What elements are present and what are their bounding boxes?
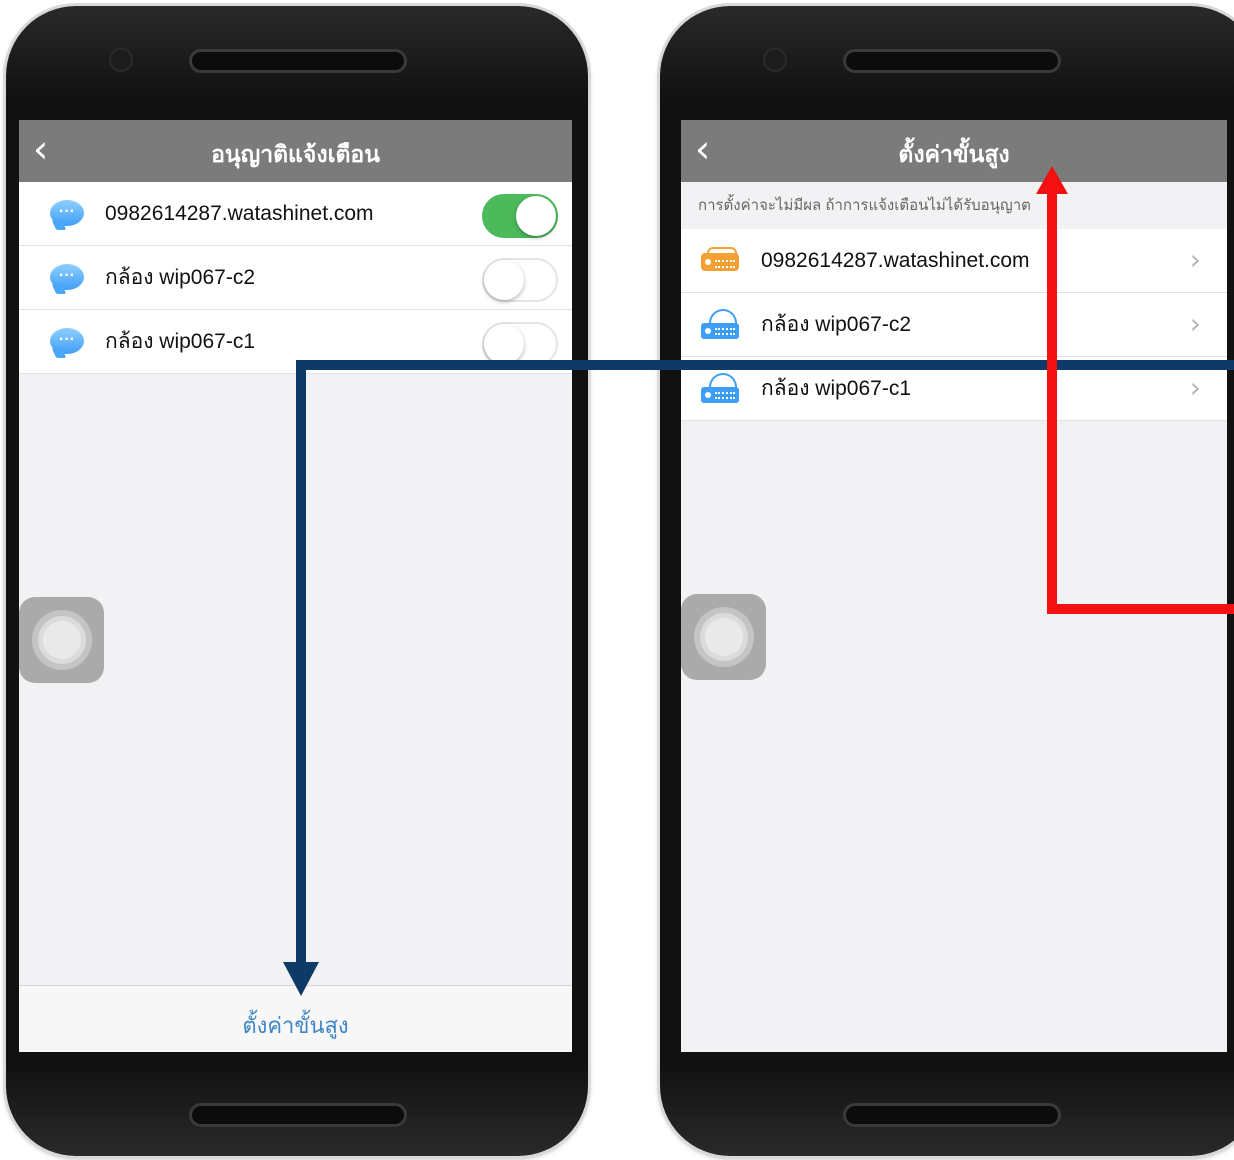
bottom-speaker (192, 1106, 404, 1124)
notification-toggle[interactable] (482, 322, 558, 366)
assistive-touch-button[interactable] (19, 597, 104, 683)
notification-toggle[interactable] (482, 194, 558, 238)
list-item-label: กล้อง wip067-c1 (105, 330, 256, 353)
bottom-toolbar: ตั้งค่าขั้นสูง (19, 985, 572, 1052)
notification-toggle[interactable] (482, 258, 558, 302)
settings-hint-text: การตั้งค่าจะไม่มีผล ถ้าการแจ้งเตือนไม่ได… (681, 182, 1227, 229)
assistive-touch-button[interactable] (681, 594, 766, 680)
toggle-knob (484, 324, 524, 364)
front-camera (765, 50, 785, 70)
device-label: 0982614287.watashinet.com (761, 248, 1030, 272)
cloud-camera-icon (699, 373, 741, 403)
device-row[interactable]: 0982614287.watashinet.com › (681, 229, 1227, 293)
recorder-icon (699, 247, 741, 275)
device-label: กล้อง wip067-c2 (761, 313, 912, 336)
chevron-right-icon: › (1189, 307, 1201, 340)
list-item-notification: ··· กล้อง wip067-c2 (19, 246, 572, 310)
list-item-notification: ··· 0982614287.watashinet.com (19, 182, 572, 246)
chevron-right-icon: › (1189, 371, 1201, 404)
chat-bubble-icon: ··· (50, 200, 84, 226)
left-phone-frame: ‹ อนุญาติแจ้งเตือน ··· 0982614287.watash… (6, 6, 588, 1156)
right-phone-frame: ‹ ตั้งค่าขั้นสูง การตั้งค่าจะไม่มีผล ถ้า… (660, 6, 1234, 1156)
chat-bubble-icon: ··· (50, 264, 84, 290)
front-camera (111, 50, 131, 70)
list-item-label: 0982614287.watashinet.com (105, 201, 374, 225)
earpiece-speaker (192, 52, 404, 70)
advanced-settings-link[interactable]: ตั้งค่าขั้นสูง (242, 1008, 348, 1043)
chat-bubble-icon: ··· (50, 328, 84, 354)
list-item-notification: ··· กล้อง wip067-c1 (19, 310, 572, 374)
right-screen: ‹ ตั้งค่าขั้นสูง การตั้งค่าจะไม่มีผล ถ้า… (681, 120, 1227, 1052)
chevron-right-icon: › (1189, 243, 1201, 276)
bottom-speaker (846, 1106, 1058, 1124)
device-row[interactable]: กล้อง wip067-c2 › (681, 293, 1227, 357)
toggle-knob (516, 196, 556, 236)
list-item-label: กล้อง wip067-c2 (105, 266, 256, 289)
earpiece-speaker (846, 52, 1058, 70)
cloud-camera-icon (699, 309, 741, 339)
toggle-knob (484, 260, 524, 300)
left-screen: ‹ อนุญาติแจ้งเตือน ··· 0982614287.watash… (19, 120, 572, 1052)
page-title: ตั้งค่าขั้นสูง (898, 141, 1010, 167)
page-title: อนุญาติแจ้งเตือน (211, 141, 380, 167)
nav-bar: ‹ อนุญาติแจ้งเตือน (19, 120, 572, 182)
device-label: กล้อง wip067-c1 (761, 377, 912, 400)
nav-bar: ‹ ตั้งค่าขั้นสูง (681, 120, 1227, 182)
device-row[interactable]: กล้อง wip067-c1 › (681, 357, 1227, 421)
